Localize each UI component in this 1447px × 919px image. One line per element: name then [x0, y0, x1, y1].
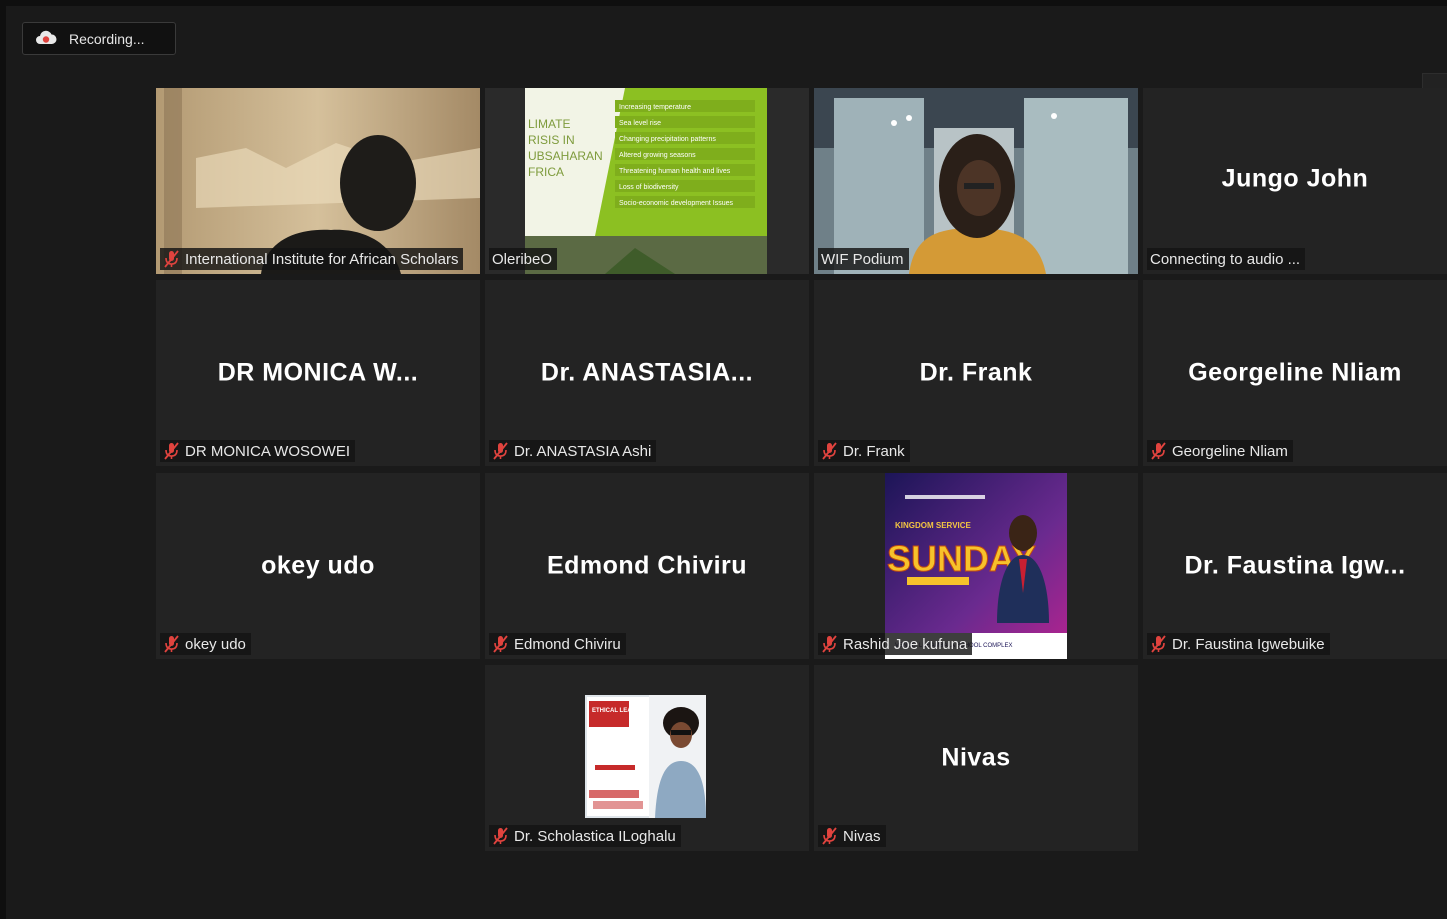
- participant-video-feed: [814, 88, 1138, 274]
- participant-display-name: Jungo John: [1221, 164, 1369, 193]
- recording-label: Recording...: [69, 30, 145, 47]
- participant-display-name: Dr. Faustina Igw...: [1184, 551, 1406, 580]
- profile-book-image: ETHICAL LEADERSHIP: [585, 695, 706, 818]
- participant-display-name: Nivas: [941, 743, 1011, 772]
- svg-text:LIMATE: LIMATE: [528, 117, 570, 131]
- svg-text:Loss of biodiversity: Loss of biodiversity: [619, 184, 679, 191]
- muted-mic-icon: [493, 442, 508, 460]
- video-tile-dr-faustina[interactable]: Dr. Faustina Igw... Dr. Faustina Igwebui…: [1143, 473, 1447, 659]
- video-tile-georgeline-nliam[interactable]: Georgeline Nliam Georgeline Nliam: [1143, 280, 1447, 466]
- muted-mic-icon: [164, 250, 179, 268]
- muted-mic-icon: [1151, 442, 1166, 460]
- participant-display-name: Georgeline Nliam: [1188, 358, 1402, 387]
- participant-name: WIF Podium: [821, 250, 904, 268]
- participant-name-label: okey udo: [160, 633, 251, 655]
- svg-text:FRICA: FRICA: [528, 165, 564, 179]
- video-tile-dr-monica[interactable]: DR MONICA W... DR MONICA WOSOWEI: [156, 280, 480, 466]
- video-tile-edmond-chiviru[interactable]: Edmond Chiviru Edmond Chiviru: [485, 473, 809, 659]
- video-tile-wif-podium-active-speaker[interactable]: WIF Podium: [814, 88, 1138, 274]
- participant-name-label: Edmond Chiviru: [489, 633, 626, 655]
- video-tile-dr-anastasia[interactable]: Dr. ANASTASIA... Dr. ANASTASIA Ashi: [485, 280, 809, 466]
- recording-indicator[interactable]: Recording...: [22, 22, 176, 55]
- participant-display-name: DR MONICA W...: [217, 358, 419, 387]
- video-tile-oleribeo[interactable]: LIMATE RISIS IN UBSAHARAN FRICA Increasi…: [485, 88, 809, 274]
- participant-name-label: Dr. ANASTASIA Ashi: [489, 440, 657, 462]
- participant-name: DR MONICA WOSOWEI: [185, 442, 350, 460]
- svg-text:Socio-economic development Iss: Socio-economic development Issues: [619, 200, 734, 207]
- video-tile-iias[interactable]: International Institute for African Scho…: [156, 88, 480, 274]
- participant-name-label: OleribeO: [489, 248, 558, 270]
- participant-name: Rashid Joe kufuna: [843, 635, 968, 653]
- participant-video-feed: [156, 88, 480, 274]
- video-tile-jungo-john[interactable]: Jungo John Connecting to audio ...: [1143, 88, 1447, 274]
- svg-text:Increasing temperature: Increasing temperature: [619, 104, 691, 111]
- profile-poster-image: KINGDOM SERVICE SUNDAY VENUE: LUBAMBALA …: [885, 473, 1067, 659]
- svg-text:Altered growing seasons: Altered growing seasons: [619, 152, 696, 159]
- muted-mic-icon: [164, 635, 179, 653]
- participant-name-label: Dr. Frank: [818, 440, 910, 462]
- participant-name: Connecting to audio ...: [1150, 250, 1301, 268]
- muted-mic-icon: [493, 827, 508, 845]
- book-title: ETHICAL LEADERSHIP: [592, 708, 658, 714]
- shared-slide-feed: LIMATE RISIS IN UBSAHARAN FRICA Increasi…: [485, 88, 809, 274]
- video-tile-rashid-joe-kufuna[interactable]: KINGDOM SERVICE SUNDAY VENUE: LUBAMBALA …: [814, 473, 1138, 659]
- svg-text:Sea level rise: Sea level rise: [619, 120, 661, 127]
- participant-name: Georgeline Nliam: [1172, 442, 1288, 460]
- participant-display-name: Dr. ANASTASIA...: [540, 358, 754, 387]
- participant-name: Dr. Faustina Igwebuike: [1172, 635, 1325, 653]
- svg-text:RISIS IN: RISIS IN: [528, 133, 575, 147]
- video-tile-nivas[interactable]: Nivas Nivas: [814, 665, 1138, 851]
- participant-name: Edmond Chiviru: [514, 635, 621, 653]
- muted-mic-icon: [822, 635, 837, 653]
- participant-name: okey udo: [185, 635, 246, 653]
- participant-name-label: Nivas: [818, 825, 886, 847]
- svg-text:Threatening human health and l: Threatening human health and lives: [619, 168, 731, 175]
- participant-name: Dr. ANASTASIA Ashi: [514, 442, 652, 460]
- meeting-window: Recording... V V: [6, 6, 1447, 919]
- poster-kicker: KINGDOM SERVICE: [895, 521, 972, 530]
- participant-name: Dr. Frank: [843, 442, 905, 460]
- participant-name-label: Dr. Scholastica ILoghalu: [489, 825, 681, 847]
- participant-name-label: WIF Podium: [818, 248, 909, 270]
- muted-mic-icon: [822, 442, 837, 460]
- participant-display-name: Edmond Chiviru: [546, 551, 748, 580]
- participant-display-name: Dr. Frank: [919, 358, 1033, 387]
- participant-name-label: International Institute for African Scho…: [160, 248, 464, 270]
- cloud-record-icon: [35, 28, 57, 50]
- video-tile-dr-scholastica[interactable]: ETHICAL LEADERSHIP Dr. Scholastica ILogh…: [485, 665, 809, 851]
- participant-name-label: Dr. Faustina Igwebuike: [1147, 633, 1330, 655]
- muted-mic-icon: [1151, 635, 1166, 653]
- participant-name: International Institute for African Scho…: [185, 250, 459, 268]
- video-tile-dr-frank[interactable]: Dr. Frank Dr. Frank: [814, 280, 1138, 466]
- participant-display-name: okey udo: [261, 551, 375, 580]
- svg-text:UBSAHARAN: UBSAHARAN: [528, 149, 603, 163]
- participant-name-label: Connecting to audio ...: [1147, 248, 1306, 270]
- participant-name-label: Georgeline Nliam: [1147, 440, 1293, 462]
- participant-name-label: DR MONICA WOSOWEI: [160, 440, 355, 462]
- muted-mic-icon: [822, 827, 837, 845]
- muted-mic-icon: [493, 635, 508, 653]
- muted-mic-icon: [164, 442, 179, 460]
- participant-name: Nivas: [843, 827, 881, 845]
- participant-name: OleribeO: [492, 250, 553, 268]
- participant-name-label: Rashid Joe kufuna: [818, 633, 973, 655]
- participant-name: Dr. Scholastica ILoghalu: [514, 827, 676, 845]
- slide-bullets: Increasing temperature Sea level rise Ch…: [615, 100, 755, 208]
- svg-text:Changing precipitation pattern: Changing precipitation patterns: [619, 136, 716, 143]
- video-tile-okey-udo[interactable]: okey udo okey udo: [156, 473, 480, 659]
